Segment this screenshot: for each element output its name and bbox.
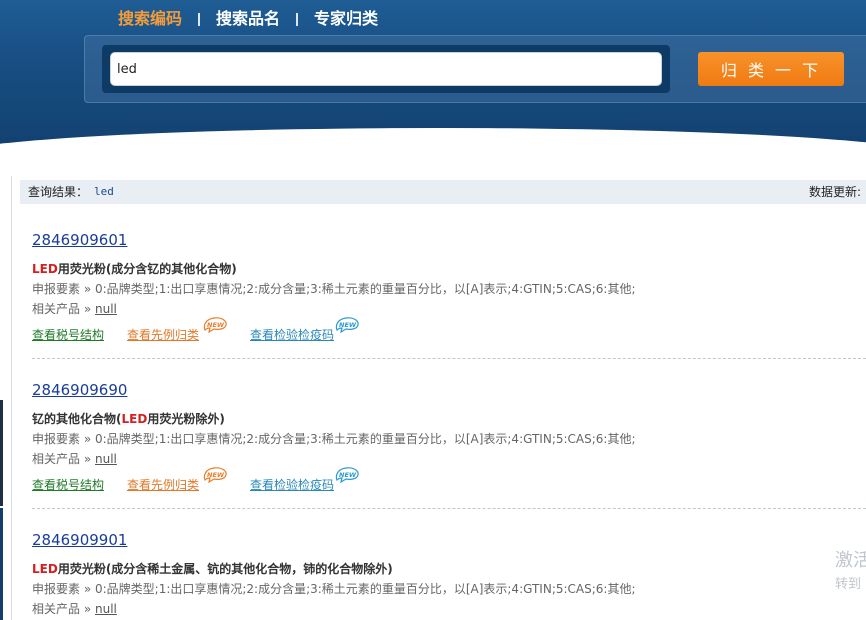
related-products: 相关产品 » null [32,300,117,317]
related-products-link[interactable]: null [95,602,117,616]
new-badge-icon: NEW [202,467,228,483]
hs-code-link[interactable]: 2846909901 [32,531,127,549]
result-divider [32,358,866,359]
hs-code-link[interactable]: 2846909601 [32,231,127,249]
related-label: 相关产品 » [32,602,95,616]
left-edge-strip [0,508,3,620]
related-products: 相关产品 » null [32,450,117,467]
keyword-highlight: LED [121,412,148,426]
view-inspection-code-link[interactable]: 查看检验检疫码 [250,326,334,343]
product-name-prefix: 钇的其他化合物( [32,412,122,426]
activation-watermark-line2: 转到 [835,577,862,592]
search-tabs: 搜索编码 搜索品名 专家归类 [118,7,378,31]
product-name: LED用荧光粉(成分含稀土金属、钪的其他化合物，铈的化合物除外) [32,560,393,577]
keyword-highlight: LED [32,562,58,576]
product-name-rest: 用荧光粉(成分含钇的其他化合物) [57,262,237,276]
search-input[interactable] [110,52,662,86]
view-inspection-code-link[interactable]: 查看检验检疫码 [250,476,334,493]
new-badge-text: NEW [339,321,357,329]
left-edge-strip [0,400,3,506]
hs-code-link[interactable]: 2846909690 [32,381,127,399]
related-label: 相关产品 » [32,452,95,466]
query-label: 查询结果： [28,185,89,199]
new-badge-icon: NEW [334,467,360,483]
product-name-rest: 用荧光粉除外) [147,412,225,426]
new-badge-icon: NEW [334,317,360,333]
declaration-elements: 申报要素 » 0:品牌类型;1:出口享惠情况;2:成分含量;3:稀土元素的重量百… [32,432,636,446]
declaration-elements: 申报要素 » 0:品牌类型;1:出口享惠情况;2:成分含量;3:稀土元素的重量百… [32,582,636,596]
tab-separator [198,12,201,26]
new-badge-text: NEW [207,471,225,479]
declaration-elements: 申报要素 » 0:品牌类型;1:出口享惠情况;2:成分含量;3:稀土元素的重量百… [32,282,636,296]
tab-search-name[interactable]: 搜索品名 [216,7,280,31]
tab-separator [296,12,299,26]
query-term: led [94,185,114,198]
new-badge-icon: NEW [202,317,228,333]
related-label: 相关产品 » [32,302,95,316]
product-name: LED用荧光粉(成分含钇的其他化合物) [32,260,237,277]
content-left-border [11,176,12,620]
view-precedent-classification-link[interactable]: 查看先例归类 [127,476,199,493]
product-name-rest: 用荧光粉(成分含稀土金属、钪的其他化合物，铈的化合物除外) [57,562,393,576]
data-update-label: 数据更新: [809,185,862,199]
keyword-highlight: LED [32,262,58,276]
query-result-bar: 查询结果： led 数据更新: [20,180,866,204]
tab-search-code[interactable]: 搜索编码 [118,7,182,31]
related-products-link[interactable]: null [95,452,117,466]
tab-expert-classify[interactable]: 专家归类 [314,7,378,31]
view-tariff-structure-link[interactable]: 查看税号结构 [32,326,104,343]
view-precedent-classification-link[interactable]: 查看先例归类 [127,326,199,343]
classify-button[interactable]: 归 类 一 下 [698,52,844,86]
new-badge-text: NEW [339,471,357,479]
activation-watermark-line1: 激活 [835,550,866,571]
product-name: 钇的其他化合物(LED用荧光粉除外) [32,410,225,427]
result-divider [32,508,866,509]
view-tariff-structure-link[interactable]: 查看税号结构 [32,476,104,493]
header: 搜索编码 搜索品名 专家归类 归 类 一 下 [0,0,866,160]
related-products-link[interactable]: null [95,302,117,316]
related-products: 相关产品 » null [32,600,117,617]
new-badge-text: NEW [207,321,225,329]
